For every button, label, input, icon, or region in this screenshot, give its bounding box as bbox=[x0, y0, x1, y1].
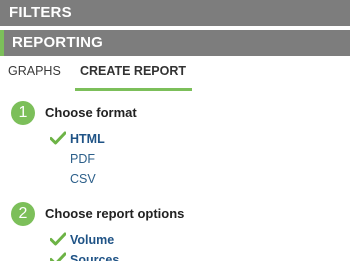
report-option-sources[interactable]: Sources bbox=[70, 252, 119, 261]
tab-graphs[interactable]: GRAPHS bbox=[8, 62, 61, 80]
active-tab-indicator bbox=[75, 88, 192, 91]
format-option-pdf[interactable]: PDF bbox=[70, 151, 95, 167]
step-2-title: Choose report options bbox=[45, 206, 185, 221]
check-icon bbox=[50, 131, 66, 145]
format-option-csv[interactable]: CSV bbox=[70, 171, 96, 187]
check-icon bbox=[50, 232, 66, 246]
reporting-header[interactable]: REPORTING bbox=[0, 30, 350, 56]
step-1-title: Choose format bbox=[45, 105, 137, 120]
step-1-number: 1 bbox=[11, 101, 35, 125]
step-2-number: 2 bbox=[11, 202, 35, 226]
report-option-volume[interactable]: Volume bbox=[70, 232, 114, 248]
reporting-panel: FILTERS REPORTING GRAPHS CREATE REPORT 1… bbox=[0, 0, 350, 261]
tab-create-report[interactable]: CREATE REPORT bbox=[80, 62, 186, 85]
reporting-label: REPORTING bbox=[12, 34, 103, 51]
filters-header[interactable]: FILTERS bbox=[0, 0, 350, 26]
check-icon bbox=[50, 252, 66, 261]
format-option-html[interactable]: HTML bbox=[70, 131, 105, 147]
filters-label: FILTERS bbox=[9, 4, 72, 21]
